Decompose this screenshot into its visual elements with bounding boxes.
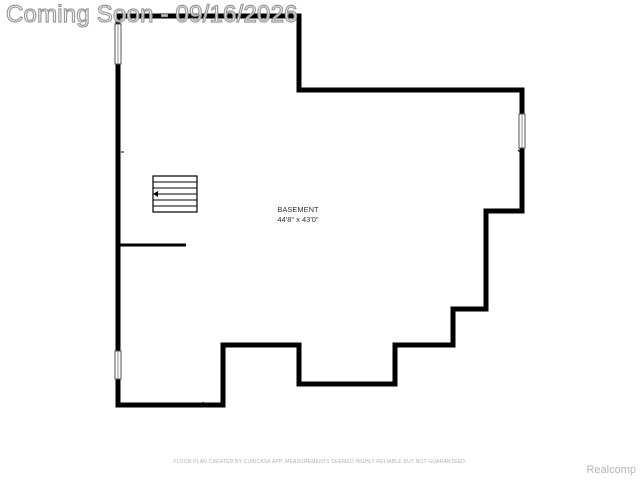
stairs-icon bbox=[152, 175, 198, 213]
room-dimensions: 44'8" x 43'0" bbox=[277, 215, 319, 224]
coming-soon-watermark: Coming Soon - 09/16/2026 bbox=[5, 0, 298, 28]
brand-logo-text: Realcomp bbox=[586, 464, 636, 476]
room-label: BASEMENT 44'8" x 43'0" bbox=[248, 205, 348, 225]
floor-plan-disclaimer: FLOOR PLAN CREATED BY CUBICASA APP. MEAS… bbox=[173, 459, 467, 465]
window-icon bbox=[114, 350, 122, 380]
window-icon bbox=[114, 23, 122, 65]
floor-plan-canvas: Coming Soon - 09/16/2026 BASEMENT 44'8" … bbox=[0, 0, 640, 480]
window-icon bbox=[518, 113, 526, 149]
floor-plan-drawing bbox=[114, 13, 526, 408]
room-name: BASEMENT bbox=[277, 205, 319, 214]
